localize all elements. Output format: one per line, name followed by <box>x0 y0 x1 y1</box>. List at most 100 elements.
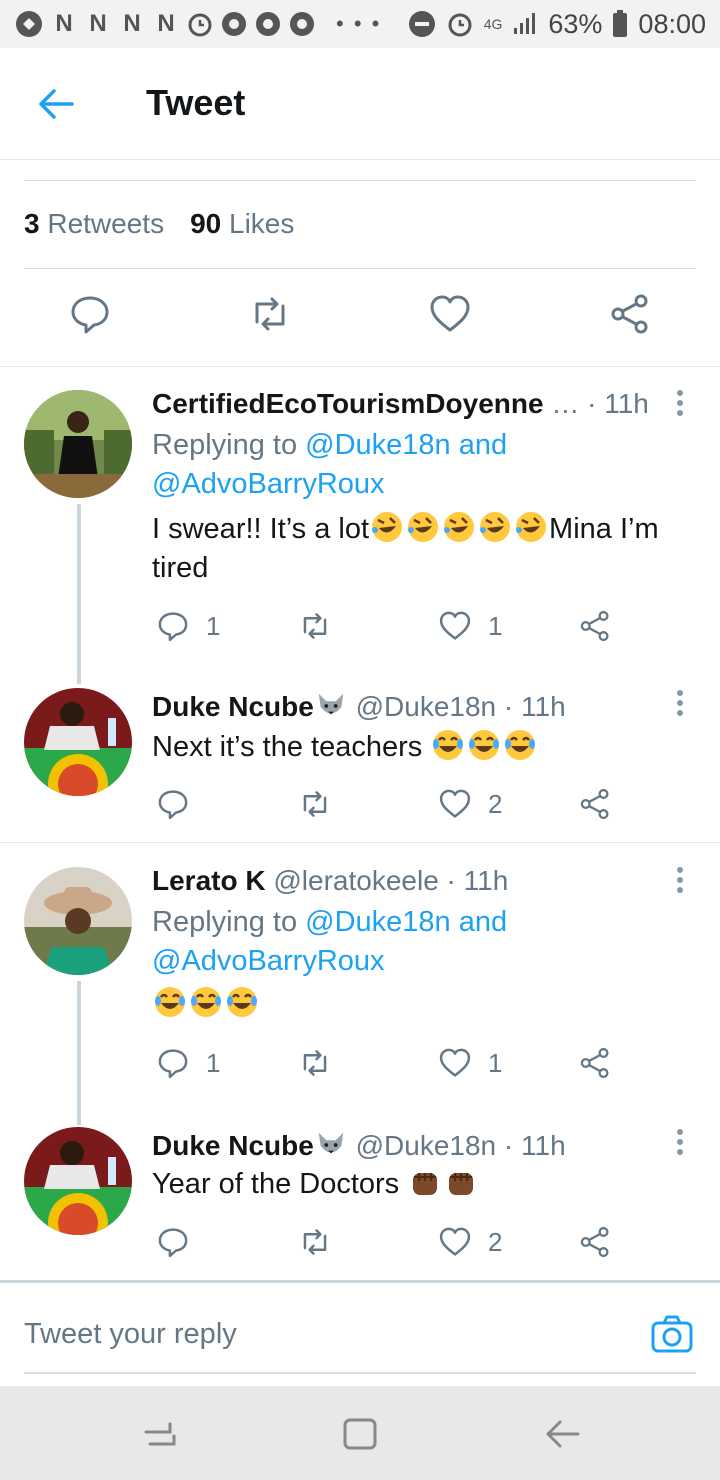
do-not-disturb-icon <box>408 11 435 37</box>
reply-tweet[interactable]: Lerato K @leratokeele · 11h Replying to … <box>0 843 720 1125</box>
retweet-button[interactable] <box>298 1222 332 1262</box>
reply-header: CertifiedEcoTourismDoyenne … · 11h <box>152 388 649 420</box>
clock: 08:00 <box>638 8 706 39</box>
reply-bubble-icon <box>158 1228 188 1258</box>
reply-count: 1 <box>206 610 221 641</box>
tweet-stats: 3 Retweets 90 Likes <box>24 208 294 240</box>
mention-link[interactable]: @Duke18n and <box>305 906 507 938</box>
author-handle[interactable]: @leratokeele <box>273 865 438 896</box>
status-bar: N N N N • • • 4G 63% 08:00 <box>0 0 720 48</box>
chrome-icon <box>256 12 280 36</box>
reply-bubble-icon[interactable] <box>68 292 112 336</box>
divider <box>0 1280 720 1283</box>
reply-tweet[interactable]: CertifiedEcoTourismDoyenne … · 11h Reply… <box>0 366 720 684</box>
share-button[interactable] <box>578 606 612 646</box>
reply-button[interactable] <box>156 784 190 824</box>
recent-apps-icon[interactable] <box>140 1414 180 1454</box>
like-count: 2 <box>488 1226 503 1257</box>
like-count: 1 <box>488 1047 503 1078</box>
share-icon <box>580 788 609 820</box>
like-button[interactable]: 1 <box>438 1043 502 1083</box>
retweets-stat[interactable]: 3 Retweets <box>24 208 164 240</box>
replying-to: Replying to @Duke18n and @AdvoBarryRoux <box>152 906 508 977</box>
reply-actions: 2 <box>0 1222 720 1262</box>
author-handle[interactable]: @Duke18n <box>356 1130 497 1161</box>
reply-bubble-icon <box>158 1049 188 1079</box>
netflix-notification-icon: N <box>89 10 107 37</box>
heart-icon <box>439 1048 471 1077</box>
like-count: 2 <box>488 788 503 819</box>
share-icon[interactable] <box>608 292 652 336</box>
mention-link[interactable]: @AdvoBarryRoux <box>152 945 385 977</box>
heart-icon <box>439 1227 471 1256</box>
reply-button[interactable] <box>156 1222 190 1262</box>
thread-line <box>77 504 81 684</box>
reply-button[interactable]: 1 <box>156 606 220 646</box>
signal-icon <box>514 13 536 34</box>
heart-icon[interactable] <box>428 292 472 336</box>
rolling-laughing-emoji-icon <box>480 512 511 542</box>
retweet-icon <box>303 1229 327 1255</box>
divider <box>24 180 696 181</box>
share-button[interactable] <box>578 1043 612 1083</box>
replying-to: Replying to @Duke18n and @AdvoBarryRoux <box>152 429 508 500</box>
reply-actions: 1 1 <box>0 606 720 646</box>
back-icon[interactable] <box>542 1414 582 1454</box>
author-name[interactable]: Duke Ncube <box>152 691 314 722</box>
rolling-laughing-emoji-icon <box>444 512 475 542</box>
tears-of-joy-emoji-icon <box>433 730 464 760</box>
more-vertical-icon[interactable] <box>668 388 692 418</box>
system-navigation-bar <box>0 1386 720 1480</box>
author-name[interactable]: Duke Ncube <box>152 1130 314 1161</box>
tears-of-joy-emoji-icon <box>227 987 257 1017</box>
tears-of-joy-emoji-icon <box>191 987 221 1017</box>
reply-header: Duke Ncube @Duke18n · 11h <box>152 690 566 723</box>
like-count: 1 <box>488 610 503 641</box>
reply-tweet[interactable]: Duke Ncube @Duke18n · 11h Year of the Do… <box>0 1105 720 1280</box>
tweet-text <box>152 985 692 1024</box>
reply-input[interactable]: Tweet your reply <box>24 1318 237 1351</box>
chrome-icon <box>222 12 246 36</box>
mention-link[interactable]: @AdvoBarryRoux <box>152 468 385 500</box>
reply-tweet[interactable]: Duke Ncube @Duke18n · 11h Next it’s the … <box>0 666 720 842</box>
retweet-icon[interactable] <box>248 292 292 336</box>
retweet-button[interactable] <box>298 1043 332 1083</box>
likes-stat[interactable]: 90 Likes <box>190 208 294 240</box>
author-name[interactable]: CertifiedEcoTourismDoyenne <box>152 388 544 419</box>
avatar[interactable] <box>24 1127 132 1235</box>
more-vertical-icon[interactable] <box>668 1127 692 1157</box>
share-icon <box>580 610 609 642</box>
raised-fist-emoji-icon <box>413 1173 438 1195</box>
status-bar-notifications: N N N N • • • <box>14 9 381 39</box>
avatar[interactable] <box>24 688 132 796</box>
rolling-laughing-emoji-icon <box>372 512 403 542</box>
retweet-button[interactable] <box>298 606 332 646</box>
like-button[interactable]: 2 <box>438 1222 502 1262</box>
share-button[interactable] <box>578 1222 612 1262</box>
app-notification-icon <box>16 11 42 37</box>
retweet-button[interactable] <box>298 784 332 824</box>
like-button[interactable]: 1 <box>438 606 502 646</box>
mention-link[interactable]: @Duke18n and <box>305 429 507 461</box>
share-button[interactable] <box>578 784 612 824</box>
netflix-notification-icon: N <box>55 10 73 37</box>
back-arrow-icon[interactable] <box>36 86 76 122</box>
author-name[interactable]: Lerato K <box>152 865 266 896</box>
netflix-notification-icon: N <box>123 10 141 37</box>
author-handle[interactable]: @Duke18n <box>356 691 497 722</box>
more-vertical-icon[interactable] <box>668 865 692 895</box>
heart-icon <box>439 611 471 640</box>
home-icon[interactable] <box>340 1414 380 1454</box>
camera-icon[interactable] <box>650 1314 694 1354</box>
tweet-text: Next it’s the teachers <box>152 728 692 767</box>
avatar[interactable] <box>24 390 132 498</box>
tweet-time: · 11h <box>503 691 566 722</box>
chrome-icon <box>290 12 314 36</box>
like-button[interactable]: 2 <box>438 784 502 824</box>
tears-of-joy-emoji-icon <box>505 730 536 760</box>
avatar[interactable] <box>24 867 132 975</box>
rolling-laughing-emoji-icon <box>516 512 547 542</box>
more-vertical-icon[interactable] <box>668 688 692 718</box>
status-bar-system: 4G 63% 08:00 <box>408 9 706 40</box>
reply-button[interactable]: 1 <box>156 1043 220 1083</box>
